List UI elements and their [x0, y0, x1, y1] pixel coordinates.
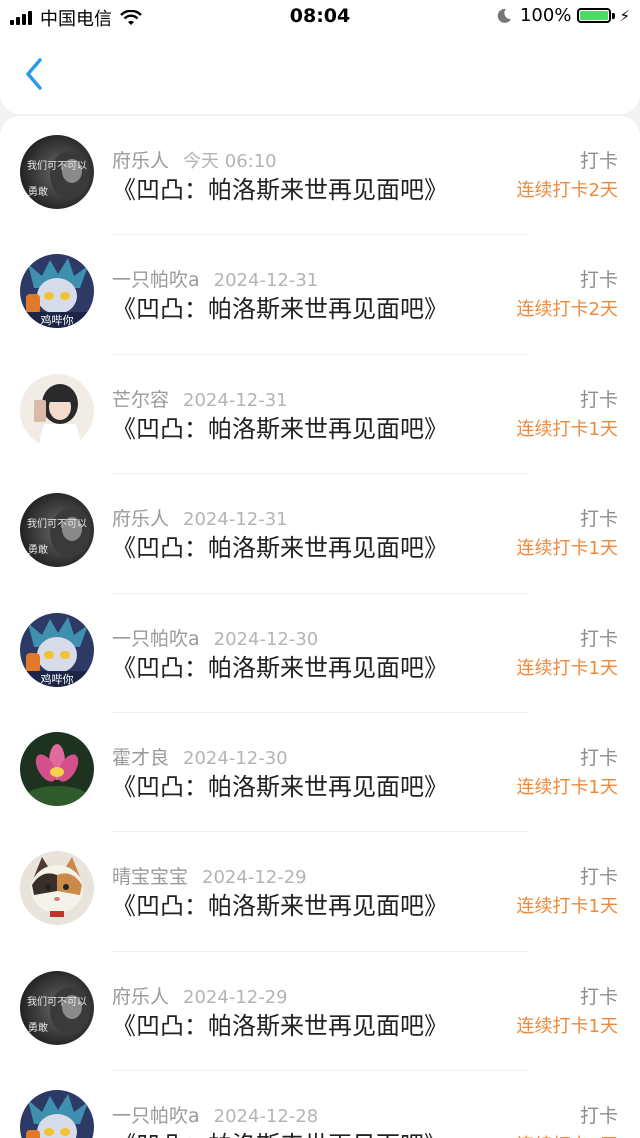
user-name-text: 一只帕吹a	[112, 1105, 200, 1128]
battery-percent: 100%	[519, 5, 572, 26]
moon-icon	[497, 8, 511, 23]
avatar[interactable]: 我们可不可以 勇敢	[20, 493, 94, 568]
checkin-date: 2024-12-31	[183, 509, 288, 531]
avatar[interactable]: 鸡哔你	[20, 612, 94, 687]
user-name-text: 府乐人	[112, 508, 170, 531]
user-name: 府乐人 今天 06:10	[112, 146, 277, 173]
svg-text:鸡哔你: 鸡哔你	[41, 672, 74, 686]
book-title: 《凹凸：帕洛斯来世再见面吧》	[112, 892, 448, 921]
svg-text:我们可不可以: 我们可不可以	[27, 995, 87, 1008]
checkin-date: 2024-12-28	[213, 1106, 319, 1128]
checkin-list-item[interactable]: 我们可不可以 勇敢 府乐人 今天 06:10 《凹凸：帕洛斯来世再见面吧》 打卡 连续打卡2…	[0, 116, 640, 236]
status-bar: 中国电信 08:04 100% ⚡	[0, 0, 640, 34]
checkin-label: 打卡	[579, 985, 618, 1008]
back-button[interactable]	[18, 54, 54, 94]
avatar[interactable]: 我们可不可以 勇敢	[20, 135, 94, 209]
svg-text:勇敢: 勇敢	[28, 185, 48, 198]
user-name: 府乐人 2024-12-31	[112, 504, 288, 531]
checkin-list-item[interactable]: 芒尔容 2024-12-31 《凹凸：帕洛斯来世再见面吧》 打卡连续打卡1天	[0, 355, 640, 475]
book-title: 《凹凸：帕洛斯来世再见面吧》	[112, 414, 448, 443]
user-name-text: 一只帕吹a	[112, 627, 200, 650]
user-name: 一只帕吹a 2024-12-30	[112, 624, 318, 651]
streak-badge: 连续打卡1天	[517, 1131, 618, 1138]
checkin-label: 打卡	[579, 746, 618, 769]
checkin-list-item[interactable]: 我们可不可以 勇敢 府乐人 2024-12-29 《凹凸：帕洛斯来世再见面吧》 打卡 连续打…	[0, 952, 640, 1072]
avatar[interactable]	[20, 373, 94, 448]
battery-cap	[612, 12, 616, 19]
avatar[interactable]: 我们可不可以 勇敢	[20, 970, 94, 1045]
checkin-label: 打卡	[579, 388, 618, 411]
checkin-date: 2024-12-29	[202, 867, 307, 889]
svg-text:我们可不可以: 我们可不可以	[27, 159, 87, 172]
checkin-date: 2024-12-30	[213, 628, 319, 650]
checkin-list-item[interactable]: 鸡哔你 一只帕吹a 2024-12-30 《凹凸：帕洛斯来世再见面吧》 打卡连续打卡1天	[0, 594, 640, 714]
checkin-list-item[interactable]: 鸡哔你 一只帕吹a 2024-12-31 《凹凸：帕洛斯来世再见面吧》 打卡连续打卡2天	[0, 235, 640, 356]
checkin-list: 我们可不可以 勇敢 府乐人 今天 06:10 《凹凸：帕洛斯来世再见面吧》 打卡 连续打卡2…	[0, 116, 640, 1138]
checkin-list-item[interactable]: 晴宝宝宝 2024-12-29 《凹凸：帕洛斯来世再见面吧》 打卡连续打卡1天	[0, 832, 640, 953]
checkin-date: 2024-12-31	[213, 270, 319, 292]
user-name: 府乐人 2024-12-29	[112, 982, 288, 1009]
screen: 中国电信 08:04 100% ⚡ 我们可不可以 勇敢 府乐人 今天 06:10…	[0, 0, 640, 1138]
svg-text:我们可不可以: 我们可不可以	[27, 517, 87, 530]
streak-badge: 连续打卡1天	[516, 896, 618, 918]
avatar[interactable]	[20, 851, 94, 926]
user-name: 一只帕吹a 2024-12-31	[112, 265, 318, 292]
avatar[interactable]: 鸡哔你	[20, 254, 94, 329]
book-title: 《凹凸：帕洛斯来世再见面吧》	[112, 1125, 448, 1138]
checkin-date: 今天 06:10	[183, 151, 277, 172]
checkin-date: 2024-12-31	[183, 389, 288, 411]
streak-badge: 连续打卡2天	[516, 180, 618, 201]
user-name-text: 晴宝宝宝	[112, 866, 189, 889]
chevron-left-icon	[26, 58, 42, 90]
book-title: 《凹凸：帕洛斯来世再见面吧》	[112, 1011, 448, 1040]
checkin-label: 打卡	[579, 866, 618, 889]
streak-badge: 连续打卡1天	[516, 538, 618, 560]
user-name: 一只帕吹a 2024-12-28	[112, 1101, 318, 1128]
battery-level	[580, 11, 609, 20]
streak-badge: 连续打卡2天	[516, 299, 618, 321]
checkin-label: 打卡	[579, 1105, 618, 1128]
user-name: 晴宝宝宝 2024-12-29	[112, 862, 307, 889]
user-name-text: 霍才良	[112, 746, 170, 769]
streak-badge: 连续打卡1天	[516, 418, 618, 440]
user-name-text: 府乐人	[112, 150, 170, 172]
checkin-list-item[interactable]: 我们可不可以 勇敢 府乐人 2024-12-31 《凹凸：帕洛斯来世再见面吧》 打卡 连续打…	[0, 474, 640, 594]
user-name: 霍才良 2024-12-30	[112, 743, 288, 770]
checkin-label: 打卡	[579, 150, 618, 172]
book-title: 《凹凸：帕洛斯来世再见面吧》	[112, 653, 448, 682]
book-title: 《凹凸：帕洛斯来世再见面吧》	[112, 295, 448, 324]
avatar[interactable]	[20, 731, 94, 806]
streak-badge: 连续打卡1天	[516, 657, 618, 679]
user-name-text: 府乐人	[112, 985, 170, 1008]
checkin-date: 2024-12-29	[183, 986, 288, 1008]
checkin-label: 打卡	[579, 508, 618, 531]
user-name-text: 一只帕吹a	[112, 269, 200, 292]
status-bar-right: 100% ⚡	[496, 5, 630, 26]
checkin-date: 2024-12-30	[183, 747, 288, 769]
nav-bar	[0, 34, 640, 114]
streak-badge: 连续打卡1天	[516, 1015, 618, 1037]
svg-text:鸡哔你: 鸡哔你	[41, 313, 74, 327]
checkin-list-item[interactable]: 鸡哔你一只帕吹a 2024-12-28《凹凸：帕洛斯来世再见面吧》 打卡连续打卡1天	[0, 1071, 640, 1138]
svg-text:勇敢: 勇敢	[28, 543, 48, 556]
checkin-label: 打卡	[579, 627, 618, 650]
checkin-list-item[interactable]: 霍才良 2024-12-30 《凹凸：帕洛斯来世再见面吧》 打卡连续打卡1天	[0, 713, 640, 833]
checkin-label: 打卡	[579, 269, 618, 292]
book-title: 《凹凸：帕洛斯来世再见面吧》	[112, 176, 448, 204]
battery-icon	[577, 8, 612, 23]
book-title: 《凹凸：帕洛斯来世再见面吧》	[112, 772, 448, 801]
user-name-text: 芒尔容	[112, 388, 170, 411]
charging-bolt-icon: ⚡	[619, 6, 630, 25]
streak-badge: 连续打卡1天	[516, 776, 618, 798]
svg-text:勇敢: 勇敢	[28, 1021, 48, 1034]
user-name: 芒尔容 2024-12-31	[112, 385, 288, 412]
avatar[interactable]: 鸡哔你	[20, 1090, 94, 1138]
book-title: 《凹凸：帕洛斯来世再见面吧》	[112, 534, 448, 563]
